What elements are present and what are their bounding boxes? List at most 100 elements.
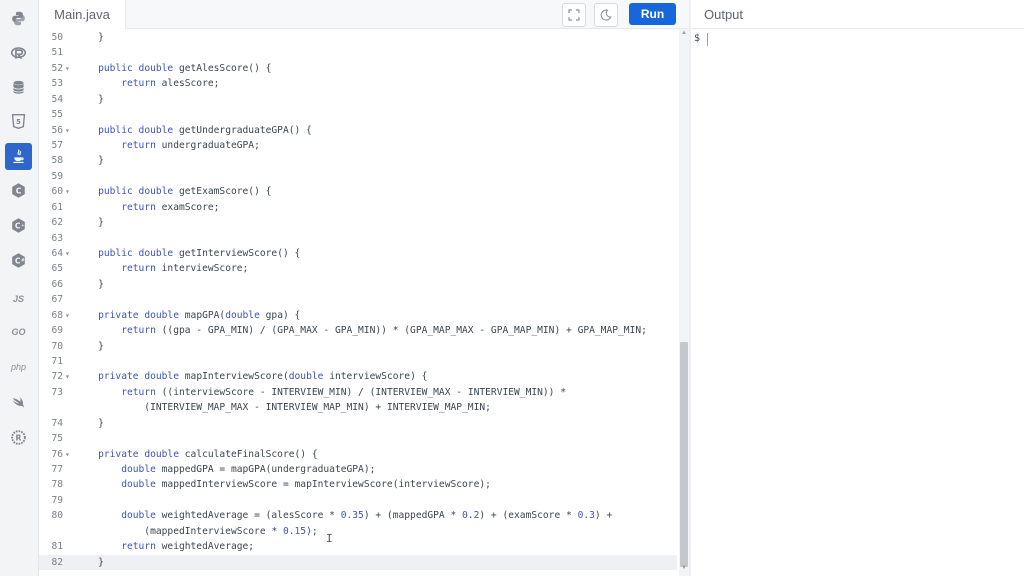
svg-text:C: C (15, 256, 21, 265)
line-number: 75 (51, 433, 63, 445)
line-number: 72 (51, 371, 63, 383)
html5-icon[interactable]: 5 (5, 108, 32, 135)
scrollbar-thumb[interactable] (680, 342, 688, 567)
code-line[interactable]: 55 (39, 107, 677, 122)
code-line[interactable]: 52 ▾ public double getAlesScore() { (39, 61, 677, 76)
line-number: 80 (51, 510, 63, 522)
line-code: private double mapGPA(double gpa) { (98, 309, 301, 321)
code-line[interactable]: 50 } (39, 30, 677, 45)
line-code: double mappedInterviewScore = mapIntervi… (121, 479, 491, 491)
swift-icon[interactable] (5, 389, 32, 416)
line-code: } (75, 93, 104, 105)
fold-toggle-icon[interactable]: ▾ (65, 123, 70, 138)
java-icon[interactable] (5, 143, 32, 170)
panel-divider[interactable] (689, 0, 691, 576)
output-title: Output (704, 7, 744, 22)
code-editor[interactable]: 50 } 51 52 ▾ public double getAlesScore() {… (39, 29, 677, 576)
code-line[interactable]: 59 (39, 169, 677, 184)
code-line[interactable]: 82 } (39, 554, 677, 570)
fold-toggle-icon[interactable]: ▾ (65, 308, 70, 323)
line-code: } (75, 217, 104, 229)
fold-toggle-icon[interactable]: ▾ (65, 61, 70, 76)
code-line[interactable]: 60 ▾ public double getExamScore() { (39, 184, 677, 199)
line-code: } (75, 155, 104, 167)
editor-toolbar: Main.java Run (39, 0, 689, 29)
code-line[interactable]: 79 (39, 493, 677, 508)
go-icon[interactable]: GO (5, 318, 32, 345)
php-icon[interactable]: php (5, 353, 32, 380)
cpp-icon[interactable]: C + (5, 212, 32, 239)
svg-text:5: 5 (16, 118, 21, 126)
editor-scrollbar[interactable]: ▲ ▼ (679, 29, 689, 576)
line-number: 63 (51, 232, 63, 244)
svg-text:C: C (16, 186, 22, 195)
r-icon[interactable] (5, 40, 32, 67)
line-code: public double getInterviewScore() { (98, 248, 301, 260)
tab-main-java[interactable]: Main.java (39, 0, 126, 29)
code-line[interactable]: 78 double mappedInterviewScore = mapInte… (39, 477, 677, 492)
code-line[interactable]: 56 ▾ public double getUndergraduateGPA() … (39, 123, 677, 138)
python-icon[interactable] (5, 5, 32, 32)
js-icon[interactable]: JS (5, 285, 32, 312)
code-line[interactable]: 72 ▾ private double mapInterviewScore(dou… (39, 369, 677, 384)
rust-icon[interactable]: R (5, 424, 32, 451)
line-number: 62 (51, 217, 63, 229)
c-icon[interactable]: C (5, 177, 32, 204)
run-button[interactable]: Run (629, 3, 676, 25)
code-line[interactable]: 75 (39, 431, 677, 446)
code-line[interactable]: 54 } (39, 92, 677, 107)
code-line[interactable]: (mappedInterviewScore * 0.15); (39, 524, 677, 539)
line-code: return undergraduateGPA; (121, 140, 260, 151)
code-line[interactable]: 77 double mappedGPA = mapGPA(undergradua… (39, 462, 677, 477)
scroll-down-arrow[interactable]: ▼ (679, 565, 689, 571)
code-line[interactable]: 62 } (39, 215, 677, 230)
scroll-up-arrow[interactable]: ▲ (679, 30, 689, 36)
svg-text:#: # (21, 257, 25, 263)
code-line[interactable]: 65 return interviewScore; (39, 261, 677, 276)
line-code: double weightedAverage = (alesScore * 0.… (121, 510, 613, 522)
code-line[interactable]: 68 ▾ private double mapGPA(double gpa) { (39, 308, 677, 323)
code-line[interactable]: (INTERVIEW_MAP_MAX - INTERVIEW_MAP_MIN) … (39, 400, 677, 415)
code-line[interactable]: 67 (39, 292, 677, 307)
line-code: public double getAlesScore() { (98, 62, 272, 74)
tab-filename: Main.java (54, 7, 110, 22)
code-line[interactable]: 63 (39, 231, 677, 246)
code-line[interactable]: 51 (39, 45, 677, 60)
code-line[interactable]: 69 return ((gpa - GPA_MIN) / (GPA_MAX - … (39, 323, 677, 338)
code-line[interactable]: 57 return undergraduateGPA; (39, 138, 677, 153)
fold-toggle-icon[interactable]: ▾ (65, 447, 70, 462)
svg-text:R: R (16, 433, 22, 442)
code-line[interactable]: 66 } (39, 277, 677, 292)
line-number: 64 (51, 248, 63, 260)
code-line[interactable]: 53 return alesScore; (39, 76, 677, 91)
database-icon[interactable] (5, 74, 32, 101)
line-code: } (75, 556, 104, 568)
line-number: 70 (51, 340, 63, 352)
code-line[interactable]: 74 } (39, 416, 677, 431)
code-line[interactable]: 58 } (39, 153, 677, 168)
code-line[interactable]: 61 return examScore; (39, 200, 677, 215)
line-number: 50 (51, 32, 63, 43)
fullscreen-button[interactable] (562, 3, 586, 27)
line-code: (INTERVIEW_MAP_MAX - INTERVIEW_MAP_MIN) … (75, 402, 491, 414)
line-number: 74 (51, 417, 63, 429)
theme-toggle-button[interactable] (594, 3, 618, 27)
fullscreen-icon (568, 9, 580, 21)
code-line[interactable]: 81 return weightedAverage; (39, 539, 677, 554)
fold-toggle-icon[interactable]: ▾ (65, 369, 70, 384)
code-line[interactable]: 70 } (39, 339, 677, 354)
fold-toggle-icon[interactable]: ▾ (65, 184, 70, 199)
fold-toggle-icon[interactable]: ▾ (65, 246, 70, 261)
code-line[interactable]: 71 (39, 354, 677, 369)
line-code: return ((interviewScore - INTERVIEW_MIN)… (121, 386, 567, 398)
csharp-icon[interactable]: C # (5, 247, 32, 274)
line-number: 81 (51, 541, 63, 553)
line-number: 52 (51, 62, 63, 74)
code-line[interactable]: 76 ▾ private double calculateFinalScore()… (39, 447, 677, 462)
line-code: return examScore; (121, 201, 220, 213)
code-line[interactable]: 64 ▾ public double getInterviewScore() { (39, 246, 677, 261)
terminal-caret[interactable] (707, 33, 708, 46)
line-code: } (75, 278, 104, 290)
code-line[interactable]: 73 return ((interviewScore - INTERVIEW_M… (39, 385, 677, 400)
code-line[interactable]: 80 double weightedAverage = (alesScore *… (39, 508, 677, 523)
